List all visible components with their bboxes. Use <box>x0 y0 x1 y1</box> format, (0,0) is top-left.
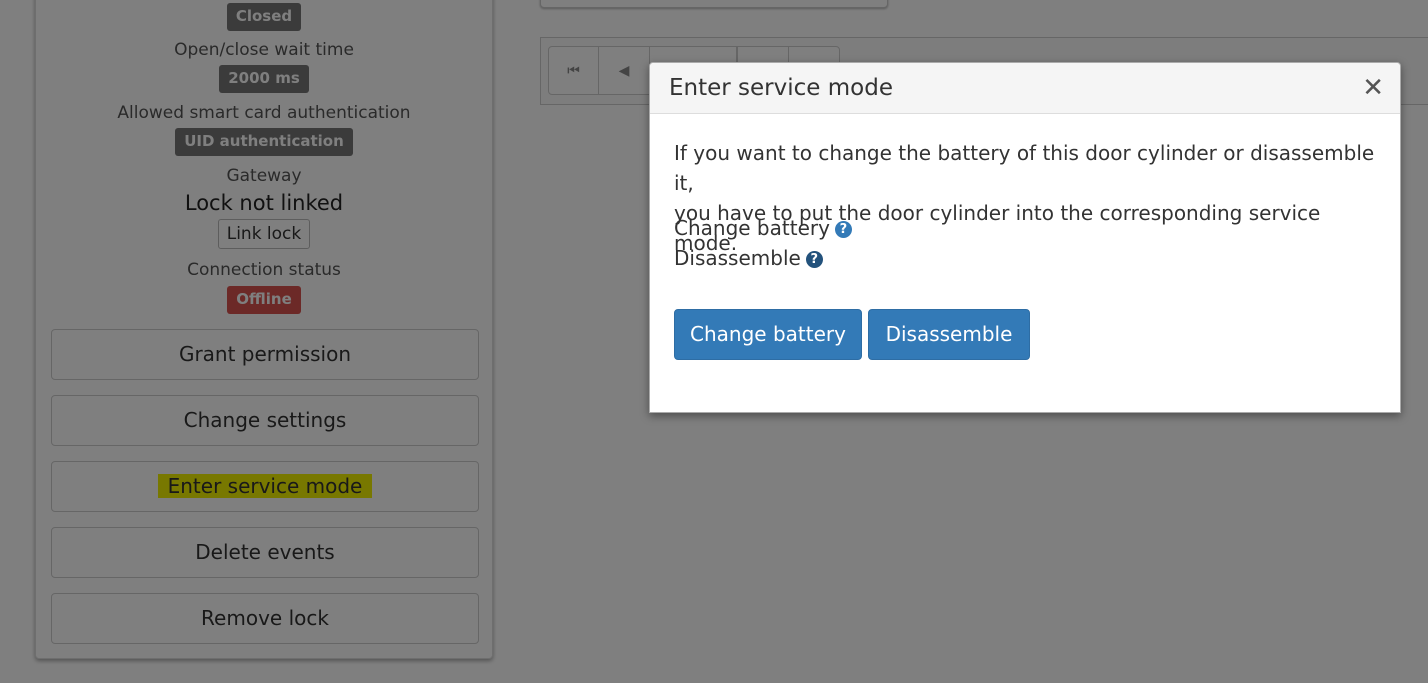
description-line-1: If you want to change the battery of thi… <box>674 141 1375 195</box>
disassemble-option: Disassemble? <box>674 243 823 273</box>
change-battery-option-label: Change battery <box>674 216 830 240</box>
dialog-title: Enter service mode <box>669 75 893 101</box>
question-circle-icon[interactable]: ? <box>834 221 852 238</box>
change-battery-button[interactable]: Change battery <box>674 309 862 360</box>
close-icon[interactable]: ✕ <box>1362 74 1384 102</box>
dialog-header: Enter service mode ✕ <box>650 63 1400 114</box>
disassemble-option-label: Disassemble <box>674 246 801 270</box>
service-mode-dialog: Enter service mode ✕ If you want to chan… <box>649 62 1401 413</box>
change-battery-option: Change battery? <box>674 213 852 243</box>
disassemble-button[interactable]: Disassemble <box>868 309 1030 360</box>
question-circle-icon[interactable]: ? <box>805 251 823 268</box>
page: Closed Open/close wait time 2000 ms Allo… <box>0 0 1428 683</box>
